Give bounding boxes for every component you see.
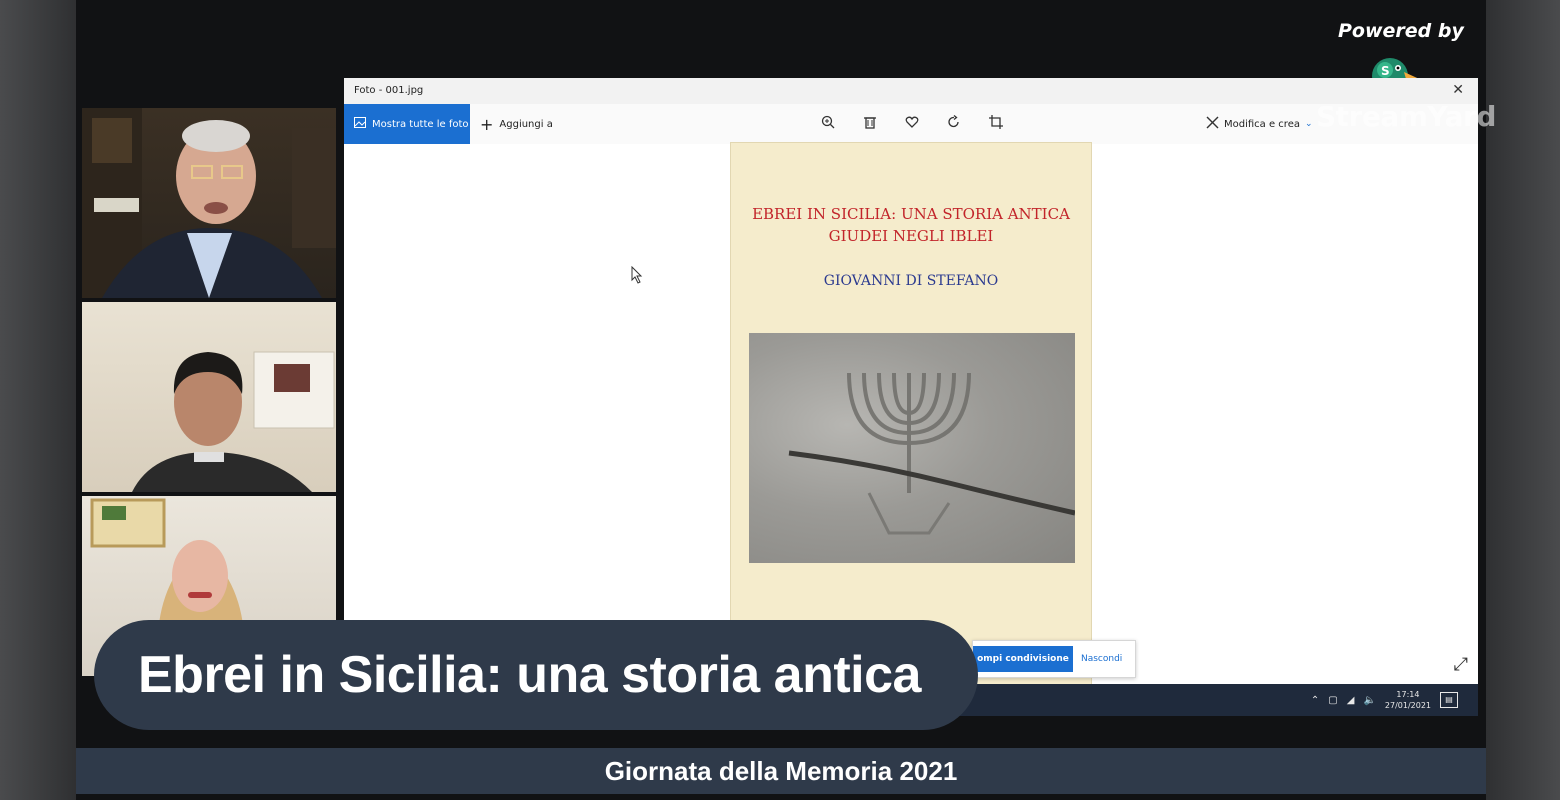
participant-video-1 bbox=[82, 108, 336, 298]
edit-create-button[interactable]: Modifica e crea ⌄ bbox=[1206, 104, 1313, 144]
taskbar-clock[interactable]: 17:14 27/01/2021 bbox=[1385, 689, 1431, 711]
photos-toolbar: Mostra tutte le foto + Aggiungi a Modifi… bbox=[344, 104, 1478, 144]
blurred-background-right bbox=[1486, 0, 1560, 800]
window-title: Foto - 001.jpg bbox=[354, 85, 424, 96]
notifications-icon[interactable]: ▤ bbox=[1440, 692, 1458, 708]
lower-third-banner: Ebrei in Sicilia: una storia antica bbox=[94, 620, 978, 730]
lower-third-title: Ebrei in Sicilia: una storia antica bbox=[138, 646, 921, 704]
participant-video-2 bbox=[82, 302, 336, 492]
add-to-button[interactable]: + Aggiungi a bbox=[480, 104, 553, 144]
show-all-photos-label: Mostra tutte le foto bbox=[372, 118, 469, 130]
blurred-background-left bbox=[0, 0, 76, 800]
chevron-down-icon: ⌄ bbox=[1304, 119, 1313, 129]
gallery-icon bbox=[354, 117, 366, 131]
close-icon[interactable]: ✕ bbox=[1452, 82, 1464, 98]
show-all-photos-button[interactable]: Mostra tutte le foto bbox=[344, 104, 470, 144]
network-icon[interactable]: ◢ bbox=[1347, 695, 1355, 706]
hide-button[interactable]: Nascondi bbox=[1081, 646, 1122, 672]
clock-date: 27/01/2021 bbox=[1384, 701, 1431, 710]
zoom-in-icon[interactable] bbox=[818, 114, 838, 134]
plus-icon: + bbox=[480, 114, 494, 134]
broadcast-stage: Powered by S Foto - 001.jpg ✕ Mostra tut… bbox=[76, 0, 1496, 800]
edit-icon bbox=[1206, 116, 1219, 132]
book-author: GIOVANNI DI STEFANO bbox=[823, 273, 999, 289]
edit-create-label: Modifica e crea bbox=[1224, 118, 1300, 130]
screen-share-bar: ompi condivisione Nascondi bbox=[972, 640, 1136, 678]
bottom-ticker: Giornata della Memoria 2021 bbox=[76, 748, 1486, 794]
mouse-cursor-icon bbox=[631, 265, 643, 288]
book-title-line2: GIUDEI NEGLI IBLEI bbox=[828, 227, 994, 245]
volume-icon[interactable]: 🔈 bbox=[1363, 695, 1375, 706]
ticker-text: Giornata della Memoria 2021 bbox=[604, 755, 958, 786]
menorah-stone-photo bbox=[749, 333, 1075, 563]
book-cover-image: EBREI IN SICILIA: UNA STORIA ANTICA GIUD… bbox=[730, 142, 1092, 702]
book-title-line1: EBREI IN SICILIA: UNA STORIA ANTICA bbox=[752, 205, 1070, 223]
add-to-label: Aggiungi a bbox=[499, 118, 553, 130]
system-tray: ⌃ ▢ ◢ 🔈 17:14 27/01/2021 ▤ bbox=[1311, 684, 1458, 716]
stop-sharing-button[interactable]: ompi condivisione bbox=[973, 646, 1073, 672]
svg-text:S: S bbox=[1381, 64, 1390, 78]
meet-now-icon[interactable]: ▢ bbox=[1328, 695, 1337, 706]
delete-icon[interactable] bbox=[860, 114, 880, 134]
powered-by-label: Powered by bbox=[1338, 20, 1464, 42]
expand-icon[interactable]: ⤢ bbox=[1454, 654, 1468, 675]
favorite-icon[interactable] bbox=[902, 114, 922, 134]
crop-icon[interactable] bbox=[986, 114, 1006, 134]
clock-time: 17:14 bbox=[1396, 690, 1420, 699]
streamyard-watermark: StreamYard bbox=[1316, 100, 1496, 133]
rotate-icon[interactable] bbox=[944, 114, 964, 134]
window-title-bar: Foto - 001.jpg ✕ bbox=[344, 78, 1478, 104]
chevron-up-icon[interactable]: ⌃ bbox=[1311, 695, 1319, 706]
